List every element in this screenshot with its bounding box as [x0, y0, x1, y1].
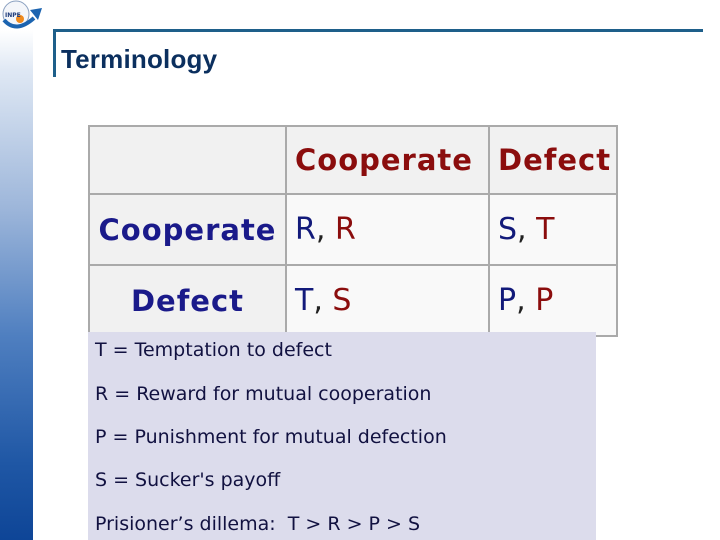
row-player-payoff: T	[295, 283, 314, 318]
row-player-payoff: R	[295, 212, 316, 247]
definitions-box: T = Temptation to defect R = Reward for …	[88, 332, 596, 540]
definition-reward: R = Reward for mutual cooperation	[95, 383, 432, 405]
definition-punishment: P = Punishment for mutual defection	[95, 426, 447, 448]
corner-cell	[88, 125, 287, 195]
row-player-payoff: S	[498, 212, 518, 247]
separator: ,	[313, 283, 323, 318]
logo-text: INPE	[5, 12, 21, 19]
col-player-payoff: P	[535, 283, 554, 318]
col-player-payoff: R	[334, 212, 356, 247]
payoff-matrix: Cooperate Defect Cooperate R, R S, T Def…	[88, 125, 618, 337]
inpe-logo-icon: INPE	[2, 0, 42, 29]
definition-sucker: S = Sucker's payoff	[95, 469, 281, 491]
side-gradient-bar	[0, 30, 33, 540]
header-row: Cooperate Defect	[88, 125, 618, 195]
payoff-cell: P, P	[488, 264, 618, 337]
col-header-defect: Defect	[488, 125, 618, 195]
separator: ,	[516, 283, 526, 318]
payoff-cell: S, T	[488, 193, 618, 266]
dilemma-condition: Prisioner’s dillema: T > R > P > S	[95, 513, 421, 535]
col-player-payoff: S	[332, 283, 352, 318]
separator: ,	[517, 212, 527, 247]
row-player-payoff: P	[498, 283, 517, 318]
col-player-payoff: T	[536, 212, 555, 247]
row-header-cooperate: Cooperate	[88, 193, 287, 266]
payoff-cell: R, R	[285, 193, 490, 266]
separator: ,	[315, 212, 326, 247]
slide-title: Terminology	[61, 44, 218, 74]
col-header-cooperate: Cooperate	[285, 125, 490, 195]
row-header-defect: Defect	[88, 264, 287, 337]
table-row: Cooperate R, R S, T	[88, 193, 618, 266]
definition-temptation: T = Temptation to defect	[95, 339, 332, 361]
table-row: Defect T, S P, P	[88, 264, 618, 337]
payoff-cell: T, S	[285, 264, 490, 337]
